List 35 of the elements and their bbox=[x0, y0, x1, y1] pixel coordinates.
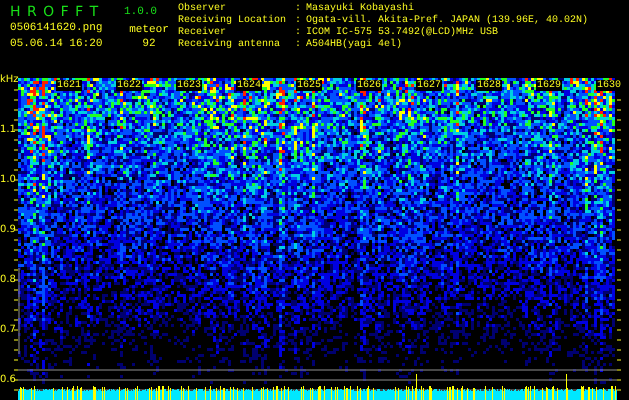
axis-label: 0.7 bbox=[0, 324, 16, 336]
info-colon: : bbox=[295, 3, 302, 15]
count-label: meteor bbox=[128, 24, 170, 36]
time-label: 1628 bbox=[476, 80, 502, 91]
axis-label: 1.1 bbox=[0, 124, 16, 136]
time-label: 1630 bbox=[596, 80, 622, 91]
info-value: ICOM IC-575 53.7492(@LCD)MHz USB bbox=[306, 27, 500, 38]
axis-unit: kHz bbox=[0, 74, 19, 85]
time-label: 1622 bbox=[116, 80, 142, 91]
info-colon: : bbox=[295, 27, 302, 39]
time-label: 1624 bbox=[236, 80, 262, 91]
time-label: 1621 bbox=[56, 80, 82, 91]
file-name: 0506141620.png bbox=[10, 22, 104, 34]
date-time: 05.06.14 16:20 bbox=[10, 38, 104, 50]
axis-label: 0.9 bbox=[0, 224, 16, 236]
info-label: Observer bbox=[178, 3, 228, 14]
count-value: 92 bbox=[141, 38, 157, 50]
info-value: A504HB(yagi 4el) bbox=[306, 39, 404, 51]
time-label: 1626 bbox=[356, 80, 382, 91]
info-colon: : bbox=[295, 39, 302, 51]
time-label: 1627 bbox=[416, 80, 442, 91]
time-label: 1629 bbox=[536, 80, 562, 91]
axis-label: 0.8 bbox=[0, 274, 16, 286]
info-label: Receiving antenna bbox=[178, 39, 282, 51]
info-value: Masayuki Kobayashi bbox=[306, 3, 416, 14]
axis-label: 1.0 bbox=[0, 174, 16, 186]
info-label: Receiving Location bbox=[178, 15, 288, 26]
info-colon: : bbox=[295, 15, 302, 27]
info-value: Ogata-vill. Akita-Pref. JAPAN (139.96E, 40.02N) bbox=[306, 15, 588, 26]
axis-label: 0.6 bbox=[0, 374, 16, 386]
version-label: 1.0.0 bbox=[124, 6, 158, 18]
info-label: Receiver bbox=[178, 27, 228, 38]
app-title: H R O F F T bbox=[10, 4, 100, 20]
time-label: 1625 bbox=[296, 80, 322, 91]
time-label: 1623 bbox=[176, 80, 202, 91]
